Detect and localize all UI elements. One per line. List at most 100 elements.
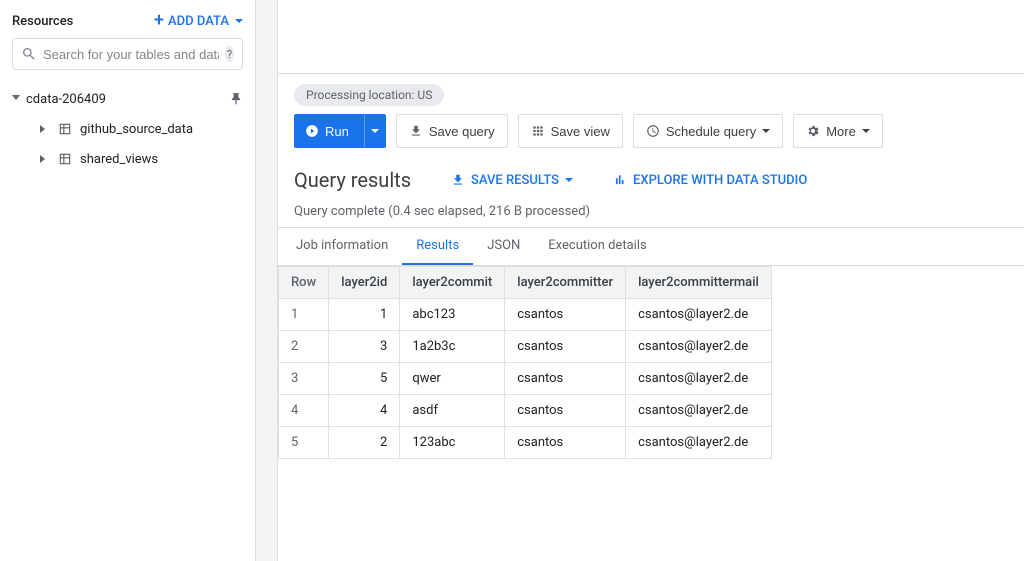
cell: 2: [329, 427, 400, 459]
save-query-button[interactable]: Save query: [396, 114, 508, 148]
cell: csantos@layer2.de: [626, 363, 772, 395]
cell: qwer: [400, 363, 505, 395]
project-label: cdata-206409: [26, 92, 106, 107]
project-node[interactable]: cdata-206409: [12, 84, 243, 114]
dataset-icon: [58, 152, 72, 166]
save-view-button[interactable]: Save view: [518, 114, 623, 148]
resource-tree: cdata-206409 github_source_data shared_vi…: [12, 84, 243, 174]
table-row[interactable]: 44asdfcsantoscsantos@layer2.de: [279, 395, 772, 427]
cell: csantos@layer2.de: [626, 427, 772, 459]
dataset-node[interactable]: github_source_data: [12, 114, 243, 144]
table-row[interactable]: 52123abccsantoscsantos@layer2.de: [279, 427, 772, 459]
column-header: layer2committermail: [626, 267, 772, 299]
save-results-label: SAVE RESULTS: [471, 173, 559, 188]
add-data-label: ADD DATA: [168, 14, 229, 29]
results-table-wrap[interactable]: Rowlayer2idlayer2commitlayer2committerla…: [278, 266, 1024, 459]
cell: csantos: [505, 299, 626, 331]
cell: csantos: [505, 363, 626, 395]
cell: csantos@layer2.de: [626, 395, 772, 427]
cell: 5: [329, 363, 400, 395]
tab-results[interactable]: Results: [402, 228, 473, 265]
cell: 3: [329, 331, 400, 363]
column-header: layer2id: [329, 267, 400, 299]
column-header: layer2commit: [400, 267, 505, 299]
toolbar: Run Save query Save view Schedule query …: [278, 106, 1024, 156]
editor-area[interactable]: [278, 0, 1024, 74]
query-status: Query complete (0.4 sec elapsed, 216 B p…: [278, 196, 1024, 228]
search-field[interactable]: ?: [12, 38, 243, 70]
cell: 1a2b3c: [400, 331, 505, 363]
results-tabs: Job informationResultsJSONExecution deta…: [278, 228, 1024, 266]
gear-icon: [806, 124, 820, 138]
sidebar: Resources + ADD DATA ? cdata-206409 gith…: [0, 0, 256, 561]
cell: csantos: [505, 395, 626, 427]
dataset-label: github_source_data: [80, 122, 193, 137]
pin-icon[interactable]: [229, 92, 243, 106]
column-header: layer2committer: [505, 267, 626, 299]
table-row[interactable]: 35qwercsantoscsantos@layer2.de: [279, 363, 772, 395]
expand-icon: [12, 95, 20, 103]
tab-job-information[interactable]: Job information: [282, 228, 402, 265]
search-input[interactable]: [43, 47, 219, 62]
cell: abc123: [400, 299, 505, 331]
results-title: Query results: [294, 168, 411, 192]
results-table: Rowlayer2idlayer2commitlayer2committerla…: [278, 266, 772, 459]
main-panel: Processing location: US Run Save query S…: [278, 0, 1024, 561]
add-data-button[interactable]: + ADD DATA: [154, 12, 243, 30]
help-icon[interactable]: ?: [225, 46, 234, 62]
download-icon: [409, 124, 423, 138]
explore-label: EXPLORE WITH DATA STUDIO: [633, 173, 807, 188]
column-header: Row: [279, 267, 329, 299]
tab-execution-details[interactable]: Execution details: [534, 228, 660, 265]
schedule-label: Schedule query: [666, 124, 756, 139]
cell: 4: [329, 395, 400, 427]
more-label: More: [826, 124, 856, 139]
panel-resizer[interactable]: [256, 0, 278, 561]
caret-down-icon: [565, 178, 573, 182]
results-bar: Query results SAVE RESULTS EXPLORE WITH …: [278, 156, 1024, 196]
more-button[interactable]: More: [793, 114, 883, 148]
caret-down-icon: [862, 129, 870, 133]
tab-json[interactable]: JSON: [473, 228, 534, 265]
cell: 1: [329, 299, 400, 331]
caret-down-icon: [762, 129, 770, 133]
run-button-group: Run: [294, 114, 386, 148]
caret-down-icon: [235, 19, 243, 23]
chart-icon: [613, 173, 627, 187]
dataset-node[interactable]: shared_views: [12, 144, 243, 174]
table-row[interactable]: 11abc123csantoscsantos@layer2.de: [279, 299, 772, 331]
run-dropdown[interactable]: [364, 114, 386, 148]
run-button[interactable]: Run: [294, 114, 364, 148]
grid-icon: [531, 124, 545, 138]
cell: csantos@layer2.de: [626, 331, 772, 363]
cell: 2: [279, 331, 329, 363]
cell: 3: [279, 363, 329, 395]
cell: csantos: [505, 427, 626, 459]
cell: csantos@layer2.de: [626, 299, 772, 331]
save-view-label: Save view: [551, 124, 610, 139]
clock-icon: [646, 124, 660, 138]
expand-icon: [40, 125, 48, 133]
cell: csantos: [505, 331, 626, 363]
search-icon: [21, 46, 37, 62]
processing-location-pill: Processing location: US: [294, 84, 444, 106]
play-icon: [305, 124, 319, 138]
download-icon: [451, 173, 465, 187]
save-query-label: Save query: [429, 124, 495, 139]
schedule-query-button[interactable]: Schedule query: [633, 114, 783, 148]
cell: asdf: [400, 395, 505, 427]
dataset-label: shared_views: [80, 152, 158, 167]
dataset-icon: [58, 122, 72, 136]
cell: 1: [279, 299, 329, 331]
resources-title: Resources: [12, 14, 73, 29]
cell: 4: [279, 395, 329, 427]
run-label: Run: [325, 124, 349, 139]
cell: 123abc: [400, 427, 505, 459]
table-row[interactable]: 231a2b3ccsantoscsantos@layer2.de: [279, 331, 772, 363]
caret-down-icon: [371, 129, 379, 133]
explore-button[interactable]: EXPLORE WITH DATA STUDIO: [613, 173, 807, 188]
plus-icon: +: [154, 12, 164, 30]
cell: 5: [279, 427, 329, 459]
save-results-button[interactable]: SAVE RESULTS: [451, 173, 573, 188]
expand-icon: [40, 155, 48, 163]
